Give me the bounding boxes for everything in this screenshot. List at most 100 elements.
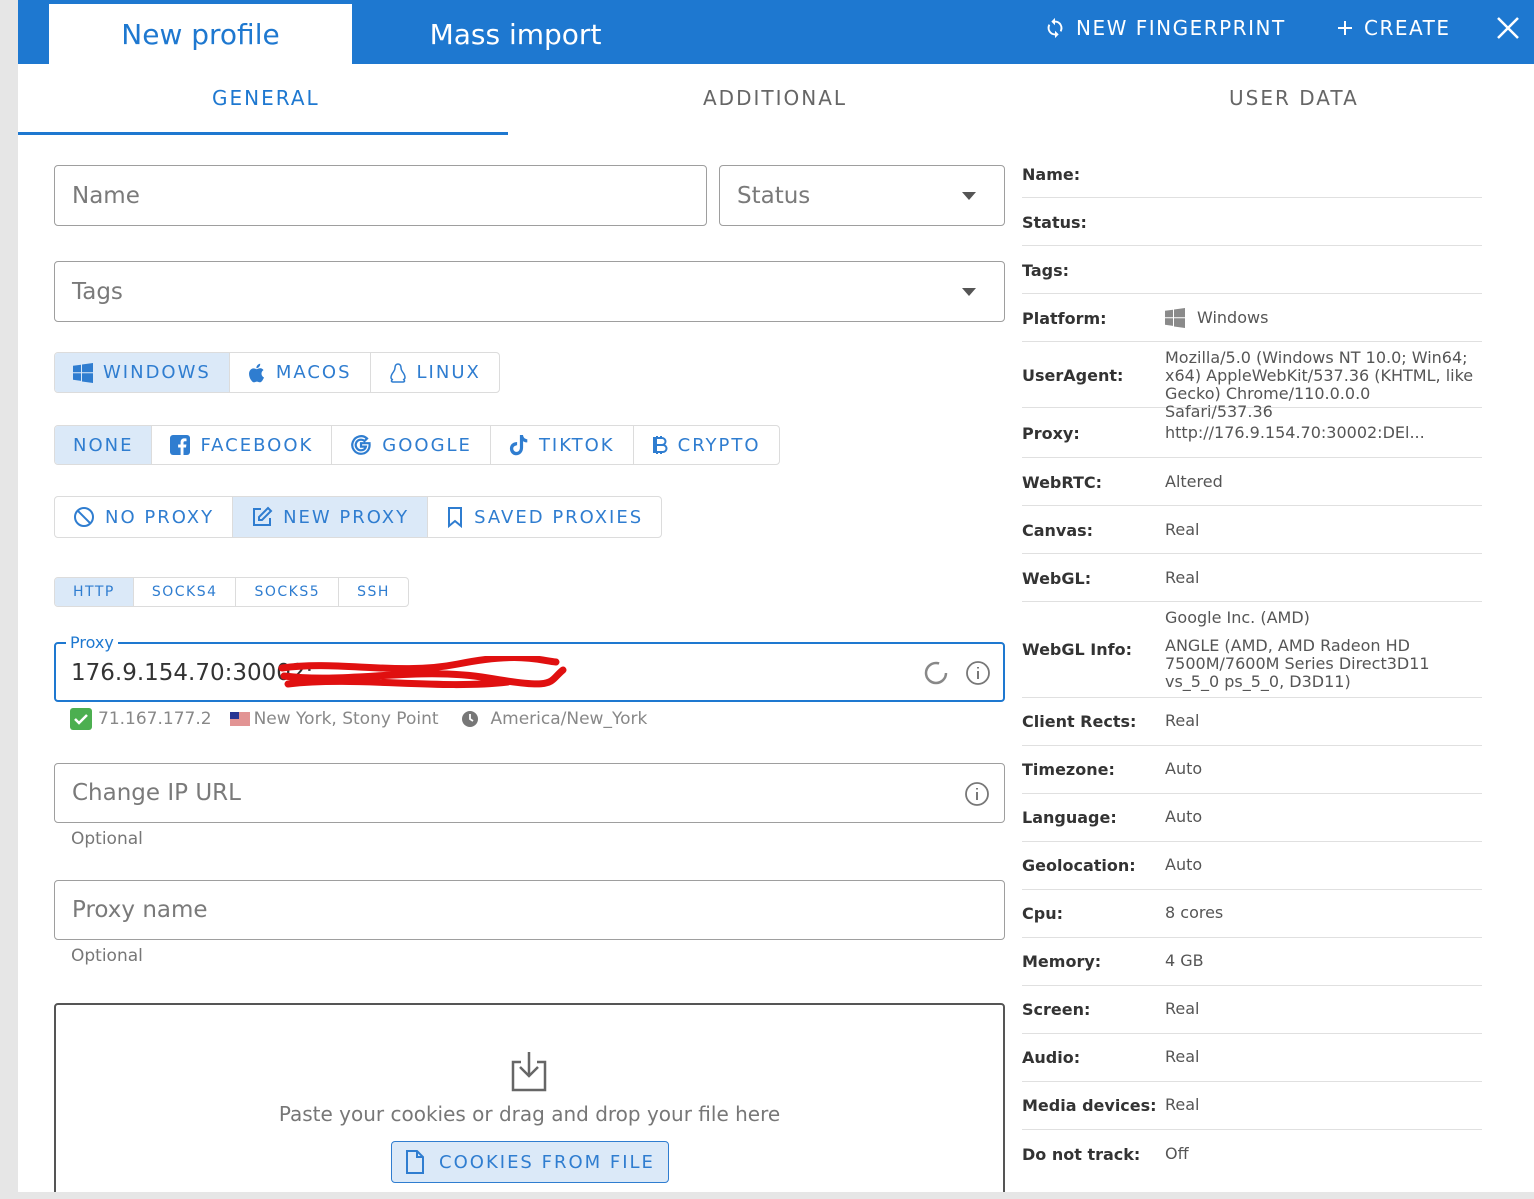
no-proxy-button[interactable]: NO PROXY	[55, 497, 234, 537]
proxy-location: New York, Stony Point	[253, 709, 439, 729]
platform-facebook-label: FACEBOOK	[200, 434, 314, 456]
proxy-type-ssh[interactable]: SSH	[339, 578, 408, 606]
summary-value: Auto	[1165, 759, 1203, 778]
os-windows-button[interactable]: WINDOWS	[55, 353, 230, 392]
summary-key: Screen:	[1022, 1000, 1091, 1019]
platform-none-button[interactable]: NONE	[55, 426, 153, 464]
summary-key: WebGL Info:	[1022, 640, 1132, 659]
close-icon[interactable]	[1490, 10, 1526, 46]
proxy-timezone: America/New_York	[490, 709, 648, 729]
summary-value: 8 cores	[1165, 903, 1224, 922]
status-select[interactable]: Status	[719, 165, 1005, 226]
proxy-mode-selector: NO PROXY NEW PROXY SAVED PROXIES	[54, 496, 663, 538]
active-tab-indicator	[18, 132, 508, 135]
summary-value: Auto	[1165, 807, 1203, 826]
new-fingerprint-label: NEW FINGERPRINT	[1076, 16, 1286, 40]
platform-crypto-label: CRYPTO	[677, 434, 761, 456]
windows-icon	[1165, 308, 1185, 328]
proxy-type-http[interactable]: HTTP	[55, 578, 134, 606]
saved-proxies-button[interactable]: SAVED PROXIES	[428, 497, 661, 537]
file-icon	[406, 1150, 425, 1174]
new-fingerprint-button[interactable]: NEW FINGERPRINT	[1044, 14, 1286, 42]
summary-key: Memory:	[1022, 952, 1102, 971]
os-macos-label: MACOS	[275, 362, 352, 383]
facebook-icon	[170, 435, 191, 455]
refresh-icon	[1047, 17, 1063, 39]
cookies-dropzone[interactable]: Paste your cookies or drag and drop your…	[54, 1003, 1005, 1192]
new-proxy-button[interactable]: NEW PROXY	[233, 497, 429, 537]
proxy-input[interactable]: Proxy 176.9.154.70:30002:	[54, 633, 1005, 702]
platform-crypto-button[interactable]: CRYPTO	[634, 426, 779, 464]
proxy-type-socks4[interactable]: SOCKS4	[134, 578, 237, 606]
tab-additional[interactable]: ADDITIONAL	[703, 86, 847, 110]
summary-row-media-devices: Media devices: Real	[1022, 1082, 1482, 1130]
tab-mass-import[interactable]: Mass import	[363, 4, 668, 64]
summary-key: Geolocation:	[1022, 856, 1136, 875]
summary-value: Real	[1165, 1047, 1200, 1066]
edit-icon	[253, 506, 273, 526]
proxy-name-input[interactable]: Proxy name	[54, 880, 1005, 940]
summary-value: Real	[1165, 520, 1200, 539]
summary-row-webgl: WebGL: Real	[1022, 554, 1482, 602]
tab-user-data[interactable]: USER DATA	[1229, 86, 1359, 110]
os-macos-button[interactable]: MACOS	[230, 353, 371, 392]
summary-key: WebGL:	[1022, 569, 1092, 588]
name-input[interactable]: Name	[54, 165, 707, 226]
proxy-name-placeholder: Proxy name	[72, 897, 208, 923]
tab-general[interactable]: GENERAL	[212, 86, 320, 110]
os-linux-label: LINUX	[416, 362, 481, 383]
summary-key: Cpu:	[1022, 904, 1063, 923]
os-windows-label: WINDOWS	[103, 362, 211, 383]
cookies-from-file-button[interactable]: COOKIES FROM FILE	[391, 1141, 669, 1183]
summary-row-cpu: Cpu: 8 cores	[1022, 890, 1482, 938]
chevron-down-icon	[962, 287, 976, 296]
dialog-header: New profile Mass import NEW FINGERPRINT …	[18, 0, 1534, 64]
summary-row-geolocation: Geolocation: Auto	[1022, 842, 1482, 890]
background-bottom	[0, 1192, 1534, 1199]
info-icon[interactable]	[965, 660, 991, 686]
platform-selector: NONE FACEBOOK GOOGLE TIKTOK CRYPTO	[54, 425, 780, 465]
summary-value: Real	[1165, 1095, 1200, 1114]
check-icon	[70, 708, 92, 730]
google-icon	[351, 435, 371, 455]
download-tray-icon	[511, 1052, 547, 1092]
platform-tiktok-label: TIKTOK	[538, 434, 615, 456]
clock-icon	[461, 711, 478, 727]
proxy-type-http-label: HTTP	[73, 584, 115, 600]
summary-row-do-not-track: Do not track: Off	[1022, 1130, 1482, 1178]
proxy-type-socks5[interactable]: SOCKS5	[236, 578, 340, 606]
background-left	[0, 0, 18, 1199]
platform-google-button[interactable]: GOOGLE	[332, 426, 491, 464]
apple-icon	[248, 363, 264, 382]
summary-row-useragent: UserAgent: Mozilla/5.0 (Windows NT 10.0;…	[1022, 342, 1482, 421]
summary-key: Media devices:	[1022, 1096, 1157, 1115]
tab-new-profile[interactable]: New profile	[49, 4, 352, 64]
proxy-name-hint: Optional	[71, 946, 143, 966]
proxy-type-socks4-label: SOCKS4	[151, 584, 218, 600]
info-icon[interactable]	[964, 781, 990, 807]
platform-tiktok-button[interactable]: TIKTOK	[491, 426, 634, 464]
proxy-label: Proxy	[66, 633, 118, 652]
change-ip-url-hint: Optional	[71, 829, 143, 849]
summary-key: Platform:	[1022, 309, 1107, 328]
summary-row-webgl-info: WebGL Info: Google Inc. (AMD) ANGLE (AMD…	[1022, 602, 1482, 698]
summary-row-tags: Tags:	[1022, 246, 1482, 294]
platform-none-label: NONE	[73, 434, 134, 456]
change-ip-url-input[interactable]: Change IP URL	[54, 763, 1005, 823]
change-ip-url-placeholder: Change IP URL	[72, 780, 241, 806]
chevron-down-icon	[962, 191, 976, 200]
tiktok-icon	[509, 435, 528, 456]
summary-row-name: Name:	[1022, 150, 1482, 198]
summary-key: Language:	[1022, 808, 1117, 827]
tags-placeholder: Tags	[72, 278, 123, 305]
os-linux-button[interactable]: LINUX	[371, 353, 499, 392]
bookmark-icon	[448, 507, 463, 528]
summary-value: 4 GB	[1165, 951, 1204, 970]
platform-facebook-button[interactable]: FACEBOOK	[152, 426, 333, 464]
dropzone-text: Paste your cookies or drag and drop your…	[278, 1102, 781, 1126]
summary-value: Off	[1165, 1144, 1189, 1163]
loading-spinner-icon	[924, 661, 948, 685]
tags-select[interactable]: Tags	[54, 261, 1005, 322]
create-button[interactable]: CREATE	[1336, 14, 1450, 42]
summary-row-proxy: Proxy: http://176.9.154.70:30002:DEl...	[1022, 408, 1482, 458]
